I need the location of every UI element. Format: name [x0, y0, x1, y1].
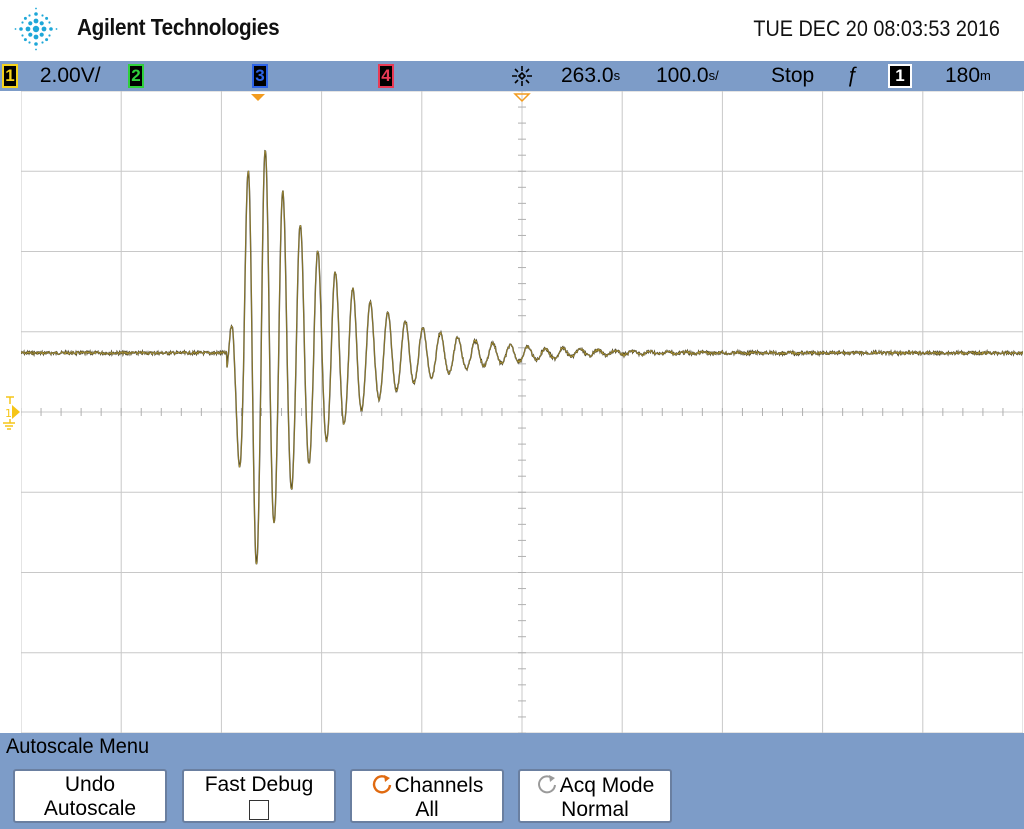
time-scale-value: 100.0: [656, 64, 709, 87]
channels-value: All: [415, 798, 439, 821]
channels-all-button[interactable]: Channels All: [350, 769, 504, 823]
acq-mode-button[interactable]: Acq Mode Normal: [518, 769, 672, 823]
run-state: Stop: [771, 64, 815, 87]
fast-debug-button[interactable]: Fast Debug: [182, 769, 336, 823]
acq-mode-label: Acq Mode: [559, 774, 655, 797]
trigger-slope-icon: ƒ: [847, 64, 859, 87]
trigger-level-unit: m: [980, 68, 991, 83]
channel-1-badge[interactable]: 1: [2, 64, 18, 88]
channel-2-badge[interactable]: 2: [128, 64, 144, 88]
date-time-readout: TUE DEC 20 08:03:53 2016: [753, 16, 1000, 41]
time-scale-unit: s/: [708, 68, 719, 83]
trigger-level-value: 180: [945, 64, 981, 87]
horizontal-delay-value: 263.0: [561, 64, 614, 87]
trigger-level: 180m: [945, 63, 991, 89]
waveform-graticule: [21, 91, 1023, 733]
rotate-knob-icon: [372, 775, 391, 794]
undo-autoscale-line2: Autoscale: [43, 797, 137, 820]
ground-marker-label: 1: [5, 407, 12, 420]
channel-4-badge[interactable]: 4: [378, 64, 394, 88]
undo-autoscale-line1: Undo: [64, 773, 116, 796]
brand-name: Agilent Technologies: [77, 14, 280, 40]
graticule-grid: [21, 91, 1023, 733]
status-bar: 1 2.00V/ 2 3 4 263.0s 100.0s/ Stop ƒ 1 1…: [0, 61, 1024, 91]
channels-label: Channels: [394, 774, 484, 797]
horizontal-delay: 263.0s: [561, 63, 620, 89]
waveform-display[interactable]: [21, 91, 1023, 733]
undo-autoscale-button[interactable]: Undo Autoscale: [13, 769, 167, 823]
rotate-knob-icon-inactive: [537, 775, 556, 794]
fast-debug-checkbox[interactable]: [249, 800, 269, 820]
trigger-source-badge[interactable]: 1: [888, 64, 912, 88]
softkey-menu: Autoscale Menu Undo Autoscale Fast Debug…: [0, 733, 1024, 829]
channel-1-scale: 2.00V/: [39, 64, 101, 87]
horizontal-delay-unit: s: [613, 68, 621, 83]
header: Agilent Technologies TUE DEC 20 08:03:53…: [0, 0, 1024, 61]
menu-title: Autoscale Menu: [6, 735, 150, 758]
channel-3-badge[interactable]: 3: [252, 64, 268, 88]
channel-1-ground-marker-icon[interactable]: 1: [2, 395, 20, 435]
agilent-spark-logo-icon: [14, 7, 58, 51]
trigger-position-marker: [251, 94, 265, 101]
fast-debug-label: Fast Debug: [204, 773, 314, 796]
horizontal-delay-icon: [512, 66, 532, 86]
acq-mode-value: Normal: [561, 798, 629, 821]
time-scale: 100.0s/: [656, 63, 719, 89]
channel-1-scale-group[interactable]: 1 2.00V/: [2, 63, 101, 89]
